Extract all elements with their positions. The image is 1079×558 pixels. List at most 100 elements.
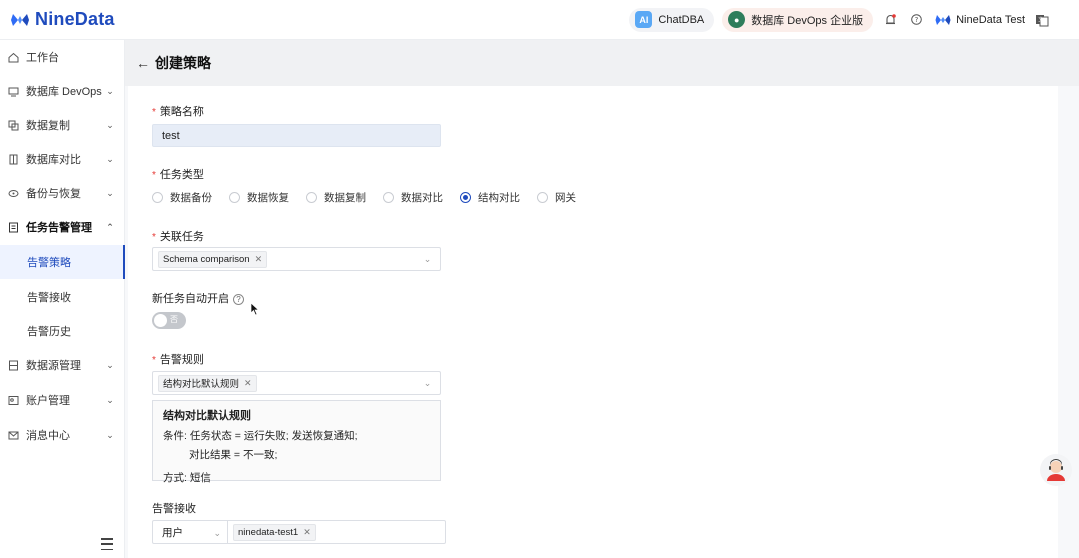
language-switch-icon[interactable]: 文 <box>1033 11 1051 29</box>
toggle-knob <box>154 314 167 327</box>
notification-bell-icon[interactable] <box>881 11 899 29</box>
sidebar-item-label: 消息中心 <box>26 430 70 442</box>
logo[interactable]: NineData <box>0 9 160 30</box>
support-agent-icon <box>1047 459 1065 481</box>
linked-task-label: * 关联任务 <box>152 231 204 243</box>
radio-circle <box>537 192 548 203</box>
remove-tag-icon[interactable]: ✕ <box>244 378 252 389</box>
svg-text:?: ? <box>914 16 918 24</box>
linked-task-tag: Schema comparison ✕ <box>158 250 268 268</box>
sidebar-item-account[interactable]: 账户管理 ⌄ <box>0 383 125 417</box>
user-menu[interactable]: NineData Test <box>935 12 1025 28</box>
remove-tag-icon[interactable]: ✕ <box>303 527 311 538</box>
chevron-down-icon: ⌄ <box>423 378 432 388</box>
chevron-down-icon: ⌄ <box>213 528 221 538</box>
back-arrow-icon[interactable]: ← <box>136 55 150 71</box>
sidebar-item-label: 数据源管理 <box>26 360 81 372</box>
strategy-form: * 策略名称 test * 任务类型 数据备份 数据恢复 数据复制 数据对比 结构对… <box>128 86 1058 558</box>
sidebar-item-workbench[interactable]: 工作台 <box>0 40 125 74</box>
receiver-type-select[interactable]: 用户 ⌄ <box>152 520 228 544</box>
help-icon[interactable]: ? <box>907 11 925 29</box>
receiver-tag: ninedata-test1 ✕ <box>233 523 316 541</box>
sidebar-subitem-alert-policy[interactable]: 告警策略 <box>0 245 125 279</box>
collapse-sidebar-icon[interactable] <box>101 538 113 550</box>
sidebar-item-label: 工作台 <box>26 52 59 64</box>
radio-data-restore[interactable]: 数据恢复 <box>229 190 289 205</box>
alert-rule-label: * 告警规则 <box>152 354 204 366</box>
required-mark: * <box>152 170 156 181</box>
sidebar-item-db-devops[interactable]: 数据库 DevOps ⌄ <box>0 74 125 108</box>
linked-task-select[interactable]: Schema comparison ✕ ⌄ <box>152 247 441 271</box>
radio-data-compare[interactable]: 数据对比 <box>383 190 443 205</box>
backup-icon <box>7 187 19 199</box>
required-mark: * <box>152 107 156 118</box>
compare-icon <box>7 153 19 165</box>
rule-condition-line-2: 对比结果 = 不一致; <box>189 449 278 461</box>
mail-icon <box>7 429 19 441</box>
remove-tag-icon[interactable]: ✕ <box>255 254 263 265</box>
database-devops-icon <box>7 85 19 97</box>
main-content: ← 创建策略 * 策略名称 test * 任务类型 数据备份 数据恢复 数据复制 数… <box>125 40 1079 558</box>
toggle-text: 否 <box>170 315 178 324</box>
auto-enable-toggle[interactable]: 否 <box>152 312 186 329</box>
auto-enable-label: 新任务自动开启? <box>152 290 244 306</box>
chevron-down-icon: ⌄ <box>423 254 432 264</box>
radio-circle <box>383 192 394 203</box>
sidebar-item-backup-restore[interactable]: 备份与恢复 ⌄ <box>0 176 125 210</box>
task-type-label: * 任务类型 <box>152 169 204 181</box>
receiver-users-select[interactable]: ninedata-test1 ✕ <box>228 520 446 544</box>
receiver-row: 用户 ⌄ ninedata-test1 ✕ <box>152 520 446 544</box>
sidebar-item-messages[interactable]: 消息中心 ⌄ <box>0 418 125 452</box>
chevron-down-icon: ⌄ <box>106 394 114 405</box>
globe-icon: ● <box>728 11 746 28</box>
chatdba-button[interactable]: AI ChatDBA <box>629 7 715 32</box>
sidebar-item-label: 数据库对比 <box>26 154 81 166</box>
support-avatar-button[interactable] <box>1040 454 1072 486</box>
sidebar-item-data-replication[interactable]: 数据复制 ⌄ <box>0 108 125 142</box>
user-logo-icon <box>935 14 951 25</box>
ninedata-logo-icon <box>11 13 29 26</box>
task-type-radio-group: 数据备份 数据恢复 数据复制 数据对比 结构对比 网关 <box>152 190 593 205</box>
sidebar-item-db-compare[interactable]: 数据库对比 ⌄ <box>0 142 125 176</box>
sidebar-item-label: 数据复制 <box>26 120 70 132</box>
radio-data-replication[interactable]: 数据复制 <box>306 190 366 205</box>
sidebar-item-task-alert[interactable]: 任务告警管理 ⌃ <box>0 210 125 244</box>
rule-title: 结构对比默认规则 <box>163 410 251 422</box>
sidebar: 工作台 数据库 DevOps ⌄ 数据复制 ⌄ 数据库对比 ⌄ 备份与恢复 ⌄ … <box>0 40 125 558</box>
chevron-down-icon: ⌄ <box>106 359 114 370</box>
chevron-down-icon: ⌄ <box>106 85 114 96</box>
radio-schema-compare[interactable]: 结构对比 <box>460 190 520 205</box>
sidebar-subitem-alert-history[interactable]: 告警历史 <box>0 314 125 348</box>
sidebar-item-label: 数据库 DevOps <box>26 86 102 98</box>
required-mark: * <box>152 355 156 366</box>
page-title: 创建策略 <box>155 55 211 71</box>
alert-rule-select[interactable]: 结构对比默认规则 ✕ ⌄ <box>152 371 441 395</box>
radio-circle <box>152 192 163 203</box>
radio-circle <box>229 192 240 203</box>
devops-edition-button[interactable]: ● 数据库 DevOps 企业版 <box>722 7 874 32</box>
sidebar-subitem-label: 告警策略 <box>27 257 71 269</box>
datasource-icon <box>7 359 19 371</box>
sidebar-item-datasource[interactable]: 数据源管理 ⌄ <box>0 348 125 382</box>
radio-gateway[interactable]: 网关 <box>537 190 576 205</box>
alert-rule-detail: 结构对比默认规则 条件: 任务状态 = 运行失败; 发送恢复通知; 对比结果 =… <box>152 400 441 484</box>
page-header: ← 创建策略 <box>125 40 1079 86</box>
sidebar-subitem-alert-receive[interactable]: 告警接收 <box>0 280 125 314</box>
chevron-up-icon: ⌃ <box>106 221 114 232</box>
devops-edition-label: 数据库 DevOps 企业版 <box>751 14 864 27</box>
strategy-name-input[interactable]: test <box>152 124 441 147</box>
chevron-down-icon: ⌄ <box>106 119 114 130</box>
strategy-name-value: test <box>162 129 180 142</box>
chevron-down-icon: ⌄ <box>106 429 114 440</box>
radio-data-backup[interactable]: 数据备份 <box>152 190 212 205</box>
rule-method-line: 方式: 短信 <box>163 472 211 484</box>
chevron-down-icon: ⌄ <box>106 153 114 164</box>
strategy-name-label: * 策略名称 <box>152 106 204 118</box>
home-icon <box>7 51 19 63</box>
svg-text:文: 文 <box>1038 15 1044 23</box>
question-circle-icon[interactable]: ? <box>233 293 244 305</box>
sidebar-subitem-label: 告警历史 <box>27 326 71 338</box>
sidebar-subitem-label: 告警接收 <box>27 292 71 304</box>
chevron-down-icon: ⌄ <box>106 187 114 198</box>
radio-circle-selected <box>460 192 471 203</box>
